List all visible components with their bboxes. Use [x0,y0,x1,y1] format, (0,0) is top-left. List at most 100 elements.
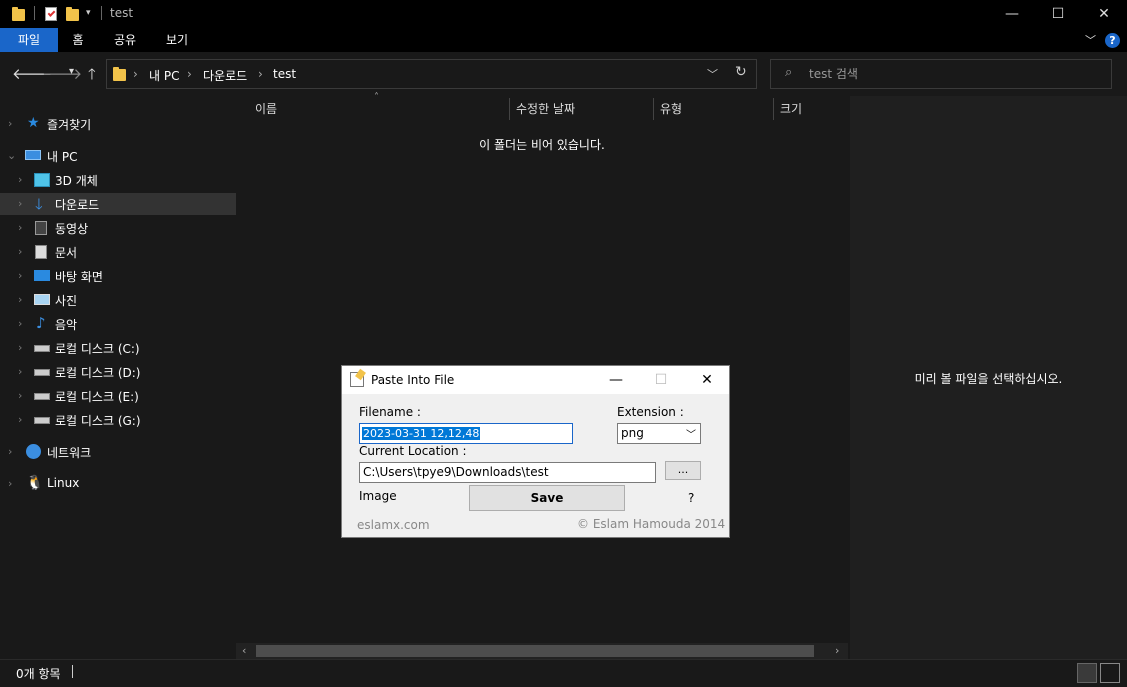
toolbar-separator [34,6,35,20]
nav-item-pictures[interactable]: › 사진 [0,289,236,311]
type-label: Image [359,489,397,503]
tab-view[interactable]: 보기 [158,28,196,52]
dialog-title: Paste Into File [371,373,455,387]
breadcrumb-pc[interactable]: 내 PC [149,67,179,84]
nav-item-downloads[interactable]: › 🡓 다운로드 [0,193,236,215]
column-header-name[interactable]: 이름 [255,100,277,124]
nav-item-label: 로컬 디스크 (E:) [55,390,139,404]
column-header-size[interactable]: 크기 [780,100,802,124]
horizontal-scrollbar[interactable]: ‹ › [236,643,848,659]
scrollbar-thumb[interactable] [256,645,814,657]
nav-item-documents[interactable]: › 문서 [0,241,236,263]
maximize-button[interactable]: ☐ [1035,0,1081,28]
chevron-right-icon[interactable]: › [18,197,22,210]
breadcrumb-separator: › [258,67,263,81]
chevron-right-icon[interactable]: › [8,477,12,490]
nav-item-label: 다운로드 [55,198,100,212]
chevron-right-icon[interactable]: › [18,389,22,402]
column-header-date[interactable]: 수정한 날짜 [516,100,575,124]
nav-item-3d-objects[interactable]: › 3D 개체 [0,169,236,191]
scroll-left-icon[interactable]: ‹ [242,644,246,657]
column-divider[interactable] [509,98,510,120]
recent-locations-icon[interactable]: ▾ [69,66,74,77]
forward-arrow-icon[interactable]: 🡒 [42,64,82,83]
location-label: Current Location : [359,444,467,458]
nav-item-desktop[interactable]: › 바탕 화면 [0,265,236,287]
folder-icon [113,67,127,81]
nav-item-this-pc[interactable]: ⌄ 내 PC [0,145,236,167]
search-icon: ⌕ [785,65,793,80]
tab-share[interactable]: 공유 [106,28,144,52]
close-button[interactable]: ✕ [1081,0,1127,28]
chevron-right-icon[interactable]: › [18,341,22,354]
nav-item-linux[interactable]: › 🐧 Linux [0,473,236,495]
customize-toolbar-icon[interactable]: ▾ [86,8,96,24]
address-history-dropdown-icon[interactable]: ﹀ [707,66,718,82]
tab-file[interactable]: 파일 [0,28,58,52]
chevron-right-icon[interactable]: › [18,245,22,258]
download-icon: 🡓 [35,195,43,213]
nav-item-drive-g[interactable]: › 로컬 디스크 (G:) [0,409,236,431]
dialog-help-link[interactable]: ? [688,491,694,505]
chevron-right-icon[interactable]: › [18,269,22,282]
column-header-type[interactable]: 유형 [660,100,682,124]
cube-icon [34,173,50,187]
properties-icon[interactable] [45,6,59,22]
large-icons-view-icon[interactable] [1100,663,1120,683]
chevron-right-icon[interactable]: › [18,293,22,306]
nav-item-drive-e[interactable]: › 로컬 디스크 (E:) [0,385,236,407]
refresh-icon[interactable]: ↻ [735,64,747,80]
breadcrumb-test[interactable]: test [273,67,296,81]
chevron-right-icon[interactable]: › [18,413,22,426]
location-value: C:\Users\tpye9\Downloads\test [363,465,549,479]
breadcrumb-separator: › [133,67,138,81]
nav-item-label: 동영상 [55,222,89,236]
save-button[interactable]: Save [469,485,625,511]
breadcrumb-separator: › [187,67,192,81]
up-arrow-icon[interactable]: 🡑 [88,64,96,89]
filename-field[interactable]: 2023-03-31 12,12,48 [359,423,573,444]
toolbar-separator [101,6,102,20]
tab-home[interactable]: 홈 [62,28,94,52]
scroll-right-icon[interactable]: › [835,644,839,657]
chevron-right-icon[interactable]: › [18,317,22,330]
nav-item-label: 로컬 디스크 (C:) [55,342,140,356]
drive-icon [34,417,50,424]
column-divider[interactable] [773,98,774,120]
nav-item-favorites[interactable]: › ★ 즐겨찾기 [0,113,236,135]
search-box[interactable]: ⌕ [770,59,1112,89]
paste-into-file-icon [350,372,364,387]
nav-item-network[interactable]: › 네트워크 [0,441,236,463]
nav-item-drive-d[interactable]: › 로컬 디스크 (D:) [0,361,236,383]
minimize-button[interactable]: — [989,0,1035,28]
browse-button[interactable]: ... [665,461,701,480]
dialog-maximize-button: ☐ [654,372,668,388]
details-view-icon[interactable] [1077,663,1097,683]
dialog-close-button[interactable]: ✕ [692,369,722,391]
search-input[interactable] [809,66,1089,82]
copyright-text: © Eslam Hamouda 2014 [577,517,726,531]
nav-item-music[interactable]: › ♪ 음악 [0,313,236,335]
ribbon-collapse-icon[interactable]: ﹀ [1085,32,1096,48]
dialog-minimize-button[interactable]: — [601,369,631,391]
breadcrumb-downloads[interactable]: 다운로드 [203,67,247,84]
chevron-right-icon[interactable]: › [18,365,22,378]
column-divider[interactable] [653,98,654,120]
chevron-right-icon[interactable]: › [18,173,22,186]
help-icon[interactable]: ? [1105,33,1120,48]
chevron-down-icon[interactable]: ⌄ [7,149,16,162]
website-link[interactable]: eslamx.com [357,518,430,532]
nav-item-drive-c[interactable]: › 로컬 디스크 (C:) [0,337,236,359]
location-field[interactable]: C:\Users\tpye9\Downloads\test [359,462,656,483]
nav-item-videos[interactable]: › 동영상 [0,217,236,239]
sort-indicator-icon: ˄ [374,92,379,103]
navigation-pane: › ★ 즐겨찾기 ⌄ 내 PC › 3D 개체 › 🡓 다운로드 › 동영상 ›… [0,96,236,659]
address-bar[interactable]: › 내 PC › 다운로드 › test ﹀ ↻ [106,59,757,89]
chevron-right-icon[interactable]: › [8,117,12,130]
preview-pane: 미리 볼 파일을 선택하십시오. [850,96,1127,659]
nav-item-label: 로컬 디스크 (D:) [55,366,141,380]
new-folder-icon[interactable] [66,6,80,22]
chevron-right-icon[interactable]: › [8,445,12,458]
chevron-right-icon[interactable]: › [18,221,22,234]
extension-select[interactable]: png ﹀ [617,423,701,444]
